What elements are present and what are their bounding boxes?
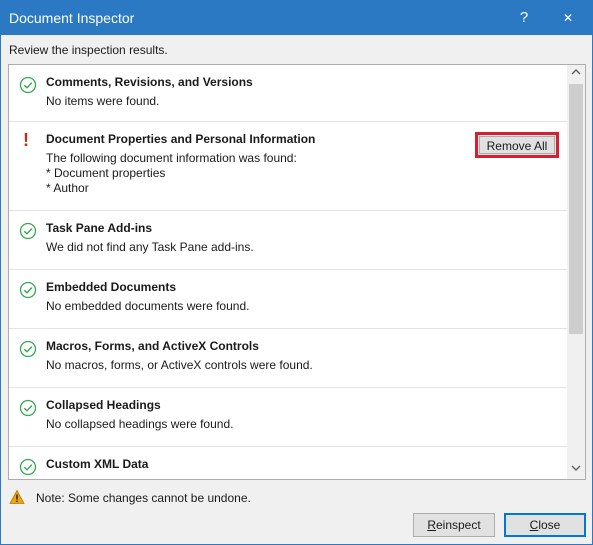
result-collapsed-headings: Collapsed Headings No collapsed headings… bbox=[9, 388, 567, 447]
result-heading: Task Pane Add-ins bbox=[46, 221, 153, 235]
warning-triangle-icon bbox=[9, 489, 25, 504]
reinspect-accelerator: R bbox=[427, 518, 436, 532]
results-list[interactable]: Comments, Revisions, and Versions No ite… bbox=[9, 65, 567, 479]
result-task-pane-addins: Task Pane Add-ins We did not find any Ta… bbox=[9, 211, 567, 270]
result-description: No macros, forms, or ActiveX controls we… bbox=[46, 358, 313, 372]
help-button[interactable]: ? bbox=[504, 5, 544, 31]
remove-all-button[interactable]: Remove All bbox=[475, 132, 559, 158]
check-circle-icon bbox=[19, 281, 37, 299]
result-heading: Comments, Revisions, and Versions bbox=[46, 75, 253, 89]
exclamation-icon: ! bbox=[23, 130, 29, 150]
vertical-scrollbar[interactable] bbox=[567, 65, 585, 479]
result-heading: Macros, Forms, and ActiveX Controls bbox=[46, 339, 259, 353]
dialog-title: Document Inspector bbox=[9, 10, 135, 26]
instructions-text: Review the inspection results. bbox=[9, 43, 168, 57]
result-description: The following document information was f… bbox=[46, 151, 297, 196]
check-circle-icon bbox=[19, 222, 37, 240]
result-embedded-documents: Embedded Documents No embedded documents… bbox=[9, 270, 567, 329]
result-description: No items were found. bbox=[46, 94, 160, 108]
result-description: No collapsed headings were found. bbox=[46, 417, 234, 431]
result-line: * Document properties bbox=[46, 166, 166, 180]
result-heading: Collapsed Headings bbox=[46, 398, 161, 412]
result-line: * Author bbox=[46, 181, 89, 195]
note-text: Note: Some changes cannot be undone. bbox=[36, 491, 251, 505]
document-inspector-dialog: Document Inspector ? ✕ Review the inspec… bbox=[0, 0, 593, 545]
result-description: No embedded documents were found. bbox=[46, 299, 250, 313]
scroll-thumb[interactable] bbox=[569, 84, 583, 334]
result-line: The following document information was f… bbox=[46, 151, 297, 165]
check-circle-icon bbox=[19, 458, 37, 476]
check-circle-icon bbox=[19, 340, 37, 358]
remove-all-label: Remove All bbox=[479, 136, 555, 154]
result-macros-forms: Macros, Forms, and ActiveX Controls No m… bbox=[9, 329, 567, 388]
reinspect-label: einspect bbox=[435, 518, 481, 532]
result-custom-xml: Custom XML Data bbox=[9, 447, 567, 479]
scroll-down-arrow-icon[interactable] bbox=[567, 461, 585, 479]
result-comments: Comments, Revisions, and Versions No ite… bbox=[9, 65, 567, 122]
results-panel: Comments, Revisions, and Versions No ite… bbox=[8, 64, 586, 480]
title-bar: Document Inspector ? ✕ bbox=[1, 1, 592, 35]
result-description: We did not find any Task Pane add-ins. bbox=[46, 240, 254, 254]
result-heading: Custom XML Data bbox=[46, 457, 149, 471]
close-button[interactable]: Close bbox=[504, 513, 586, 537]
reinspect-button[interactable]: Reinspect bbox=[413, 513, 495, 537]
result-document-properties: ! Document Properties and Personal Infor… bbox=[9, 122, 567, 211]
check-circle-icon bbox=[19, 399, 37, 417]
close-label: lose bbox=[538, 518, 561, 532]
check-circle-icon bbox=[19, 76, 37, 94]
scroll-up-arrow-icon[interactable] bbox=[567, 65, 585, 83]
result-heading: Embedded Documents bbox=[46, 280, 177, 294]
close-window-button[interactable]: ✕ bbox=[548, 5, 588, 31]
result-heading: Document Properties and Personal Informa… bbox=[46, 132, 316, 146]
